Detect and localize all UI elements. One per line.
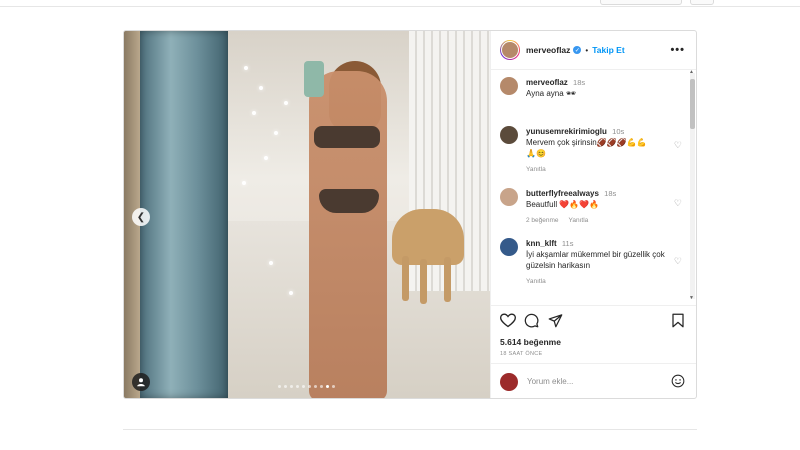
avatar[interactable] <box>500 77 518 95</box>
heart-icon[interactable] <box>500 313 516 328</box>
reply-link[interactable]: Yanıtla <box>569 217 589 224</box>
avatar[interactable] <box>500 126 518 144</box>
bikini-bottom <box>319 189 379 213</box>
carousel-dot <box>284 385 287 388</box>
comment-row: knn_klft 11s İyi akşamlar mükemmel bir g… <box>500 238 682 287</box>
mirror-frame <box>140 31 228 398</box>
comment-text: Mervem çok şirinsin🏈🏈🏈💪💪 🙏😊 <box>526 138 647 158</box>
post-header: merveoflaz ✓ • Takip Et ••• <box>491 31 696 70</box>
bikini-top <box>314 126 380 148</box>
caption-time: 18s <box>573 78 586 87</box>
carousel-dot <box>302 385 305 388</box>
reply-link[interactable]: Yanıtla <box>526 166 546 173</box>
comment-text: Beautfull ❤️🔥❤️🔥 <box>526 200 600 209</box>
phone <box>304 61 324 97</box>
verified-icon: ✓ <box>573 46 582 54</box>
instagram-embed: ❮ merveoflaz ✓ • Takip Et ••• merveoflaz… <box>123 30 697 399</box>
comment-input[interactable]: Yorum ekle... <box>527 377 573 386</box>
likes-count[interactable]: 2 beğenme <box>526 217 559 224</box>
heart-icon[interactable]: ♡ <box>674 198 682 209</box>
top-cutoff-element <box>600 0 682 5</box>
avatar[interactable] <box>500 40 520 60</box>
comment-time: 11s <box>561 239 574 248</box>
more-icon[interactable]: ••• <box>670 44 685 56</box>
comments-scrollbar[interactable] <box>690 73 695 299</box>
comment-username[interactable]: knn_klft <box>526 239 557 248</box>
comment-time: 10s <box>612 127 625 136</box>
top-divider <box>0 6 800 7</box>
emoji-icon[interactable] <box>671 374 685 388</box>
carousel-dots <box>278 385 335 388</box>
avatar[interactable] <box>500 188 518 206</box>
comment-icon[interactable] <box>524 313 539 328</box>
caption-row: merveoflaz 18s Ayna ayna 🕶 <box>500 77 670 99</box>
comment-time: 18s <box>604 189 617 198</box>
user-tag-icon[interactable] <box>132 373 150 391</box>
scroll-down-icon[interactable]: ▼ <box>689 295 694 301</box>
heart-icon[interactable]: ♡ <box>674 256 682 267</box>
comments-list: merveoflaz 18s Ayna ayna 🕶 yunusemrekiri… <box>491 71 696 303</box>
comment-username[interactable]: butterflyfreealways <box>526 189 599 198</box>
comment-row: butterflyfreealways 18s Beautfull ❤️🔥❤️🔥… <box>500 188 682 226</box>
likes-count[interactable]: 5.614 beğenme <box>500 337 561 347</box>
header-separator: • <box>585 45 589 55</box>
carousel-dot <box>290 385 293 388</box>
avatar[interactable] <box>500 238 518 256</box>
carousel-dot <box>278 385 281 388</box>
carousel-dot <box>332 385 335 388</box>
carousel-dot <box>314 385 317 388</box>
person <box>309 71 387 398</box>
header-username[interactable]: merveoflaz <box>526 45 570 55</box>
post-time-ago[interactable]: 18 SAAT ÖNCE <box>500 351 543 357</box>
caption-username[interactable]: merveoflaz <box>526 78 568 87</box>
comment-row: yunusemrekirimioglu 10s Mervem çok şirin… <box>500 126 682 175</box>
carousel-dot <box>320 385 323 388</box>
caption-text: Ayna ayna 🕶 <box>526 89 577 98</box>
reply-link[interactable]: Yanıtla <box>526 278 546 285</box>
carousel-dot <box>296 385 299 388</box>
carousel-dot <box>308 385 311 388</box>
heart-icon[interactable]: ♡ <box>674 140 682 151</box>
scroll-up-icon[interactable]: ▲ <box>689 69 694 75</box>
carousel-dot <box>326 385 329 388</box>
bookmark-icon[interactable] <box>671 313 685 328</box>
comment-text: İyi akşamlar mükemmel bir güzellik çok g… <box>526 250 665 270</box>
comment-input-area: Yorum ekle... <box>491 363 696 398</box>
bottom-divider <box>123 429 697 430</box>
top-cutoff-element <box>690 0 714 5</box>
share-icon[interactable] <box>548 313 563 328</box>
follow-button[interactable]: Takip Et <box>592 45 624 55</box>
chevron-left-icon[interactable]: ❮ <box>132 208 150 226</box>
post-panel: merveoflaz ✓ • Takip Et ••• merveoflaz 1… <box>490 31 696 398</box>
comment-username[interactable]: yunusemrekirimioglu <box>526 127 607 136</box>
avatar <box>500 372 518 391</box>
post-photo[interactable]: ❮ <box>124 31 490 398</box>
